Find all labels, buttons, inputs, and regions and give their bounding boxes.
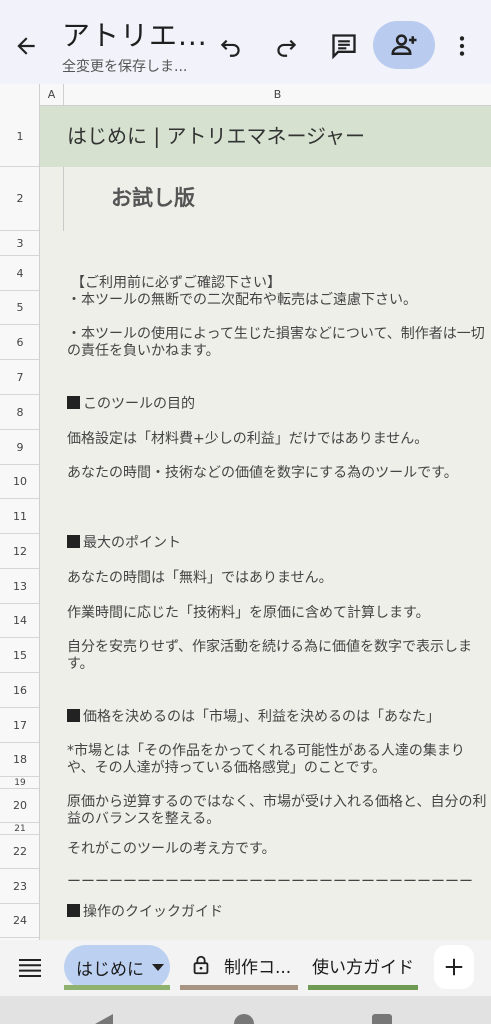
comment-icon — [332, 34, 356, 60]
tab-hajimeni-label: はじめに — [76, 959, 144, 980]
row-header[interactable]: 2 — [0, 167, 39, 231]
tab-hajimeni-color — [64, 985, 170, 990]
person-add-icon — [391, 34, 417, 55]
add-sheet-button[interactable] — [434, 945, 474, 989]
system-nav-bar — [0, 996, 491, 1024]
row-header[interactable]: 24 — [0, 904, 39, 938]
cell-b14[interactable]: 作業時間に応じた「技術料」を原価に含めて計算します。 — [67, 605, 491, 622]
cell-b8-text: このツールの目的 — [83, 396, 195, 412]
plus-icon — [445, 958, 463, 976]
undo-icon — [220, 39, 240, 57]
all-sheets-button[interactable] — [14, 954, 46, 982]
spreadsheet-grid[interactable]: はじめに | アトリエマネージャー お試し版 【ご利用前に必ずご確認下さい】 ・… — [40, 106, 491, 940]
cell-b4[interactable]: 【ご利用前に必ずご確認下さい】 — [71, 275, 491, 292]
select-all-corner[interactable] — [0, 84, 40, 106]
row-header[interactable]: 1 — [0, 106, 39, 167]
column-headers: A B — [0, 84, 491, 106]
cell-b12-text: 最大のポイント — [83, 535, 181, 551]
share-button[interactable] — [373, 21, 435, 69]
more-options-button[interactable] — [442, 26, 482, 66]
row-header[interactable]: 13 — [0, 569, 39, 604]
comment-button[interactable] — [324, 26, 364, 66]
cell-b23[interactable]: ーーーーーーーーーーーーーーーーーーーーーーーーーーーーー — [67, 874, 491, 891]
undo-button[interactable] — [211, 26, 251, 66]
row-header[interactable]: 17 — [0, 708, 39, 743]
tab-tsukaikata-label: 使い方ガイド — [312, 957, 414, 978]
row-header[interactable]: 10 — [0, 465, 39, 499]
black-square-icon — [67, 535, 80, 548]
tab-seisaku[interactable]: 制作コ... — [180, 945, 298, 985]
row-header[interactable]: 5 — [0, 291, 39, 325]
save-status: 全変更を保存しま... — [62, 59, 188, 75]
black-square-icon — [67, 904, 80, 917]
sheet-tabs-bar: はじめに 制作コ... 使い方ガイド — [0, 940, 491, 996]
cell-b24-text: 操作のクイックガイド — [83, 904, 223, 920]
cell-b1[interactable]: はじめに | アトリエマネージャー — [67, 124, 491, 148]
tab-tsukaikata-color — [308, 985, 418, 990]
cell-b17[interactable]: 価格を決めるのは「市場」、利益を決めるのは「あなた」 — [67, 709, 491, 726]
row-header[interactable]: 22 — [0, 835, 39, 869]
column-header-b[interactable]: B — [64, 84, 491, 106]
app-bar: アトリエ... 全変更を保存しま... — [0, 0, 491, 84]
cell-b17-text: 価格を決めるのは「市場」、利益を決めるのは「あなた」 — [83, 709, 440, 725]
nav-back-icon[interactable] — [95, 1014, 113, 1024]
cell-b22[interactable]: それがこのツールの考え方です。 — [67, 841, 491, 858]
cell-b18[interactable]: *市場とは「その作品をかってくれる可能性がある人達の集まりや、その人達が持ってい… — [67, 743, 491, 777]
tab-seisaku-label: 制作コ... — [224, 957, 292, 978]
tab-tsukaikata[interactable]: 使い方ガイド — [308, 945, 418, 985]
more-vert-icon — [459, 36, 465, 56]
row-header[interactable]: 11 — [0, 499, 39, 534]
cell-b13[interactable]: あなたの時間は「無料」ではありません。 — [67, 570, 491, 587]
tab-seisaku-color — [180, 985, 298, 990]
row-header[interactable]: 15 — [0, 638, 39, 673]
cell-b2[interactable]: お試し版 — [111, 186, 491, 210]
back-button[interactable] — [10, 30, 42, 62]
row-header[interactable]: 12 — [0, 534, 39, 569]
nav-recents-icon[interactable] — [372, 1014, 392, 1024]
row-headers: 1 2 3 4 5 6 7 8 9 10 11 12 13 14 15 16 17 18 19 20 21 22 23 24 — [0, 106, 40, 940]
chevron-down-icon[interactable] — [152, 963, 164, 971]
row-header[interactable]: 14 — [0, 604, 39, 638]
column-divider — [63, 167, 64, 231]
cell-b10[interactable]: あなたの時間・技術などの価値を数字にする為のツールです。 — [67, 465, 491, 482]
cell-b15[interactable]: 自分を安売りせず、作家活動を続ける為に価値を数字で表示します。 — [67, 639, 491, 673]
cell-b9[interactable]: 価格設定は「材料費+少しの利益」だけではありません。 — [67, 431, 491, 448]
cell-b5[interactable]: ・本ツールの無断での二次配布や転売はご遠慮下さい。 — [67, 292, 491, 309]
cell-b12[interactable]: 最大のポイント — [67, 535, 491, 552]
arrow-back-icon — [17, 37, 35, 55]
document-title[interactable]: アトリエ... — [62, 14, 208, 54]
row-header[interactable]: 7 — [0, 360, 39, 395]
redo-button[interactable] — [266, 26, 306, 66]
black-square-icon — [67, 709, 80, 722]
cell-b20[interactable]: 原価から逆算するのではなく、市場が受け入れる価格と、自分の利益のバランスを整える… — [67, 794, 491, 828]
row-header[interactable]: 4 — [0, 256, 39, 291]
row-header[interactable]: 6 — [0, 325, 39, 360]
black-square-icon — [67, 396, 80, 409]
cell-b24[interactable]: 操作のクイックガイド — [67, 904, 491, 921]
column-header-a[interactable]: A — [40, 84, 64, 106]
cell-b8[interactable]: このツールの目的 — [67, 396, 491, 413]
nav-home-icon[interactable] — [234, 1014, 254, 1024]
row-header[interactable]: 18 — [0, 743, 39, 777]
row-header[interactable]: 23 — [0, 869, 39, 904]
row-header[interactable]: 8 — [0, 395, 39, 430]
lock-icon — [193, 955, 209, 975]
redo-icon — [277, 39, 297, 57]
row-header[interactable]: 16 — [0, 673, 39, 708]
cell-b6[interactable]: ・本ツールの使用によって生じた損害などについて、制作者は一切の責任を負いかねます… — [67, 326, 491, 360]
row-header[interactable]: 19 — [0, 777, 39, 789]
row-header[interactable]: 9 — [0, 430, 39, 465]
row-header[interactable]: 3 — [0, 231, 39, 256]
row-header[interactable]: 21 — [0, 823, 39, 835]
tab-hajimeni[interactable]: はじめに — [64, 945, 170, 989]
row-header[interactable]: 20 — [0, 789, 39, 823]
menu-icon — [19, 959, 41, 977]
